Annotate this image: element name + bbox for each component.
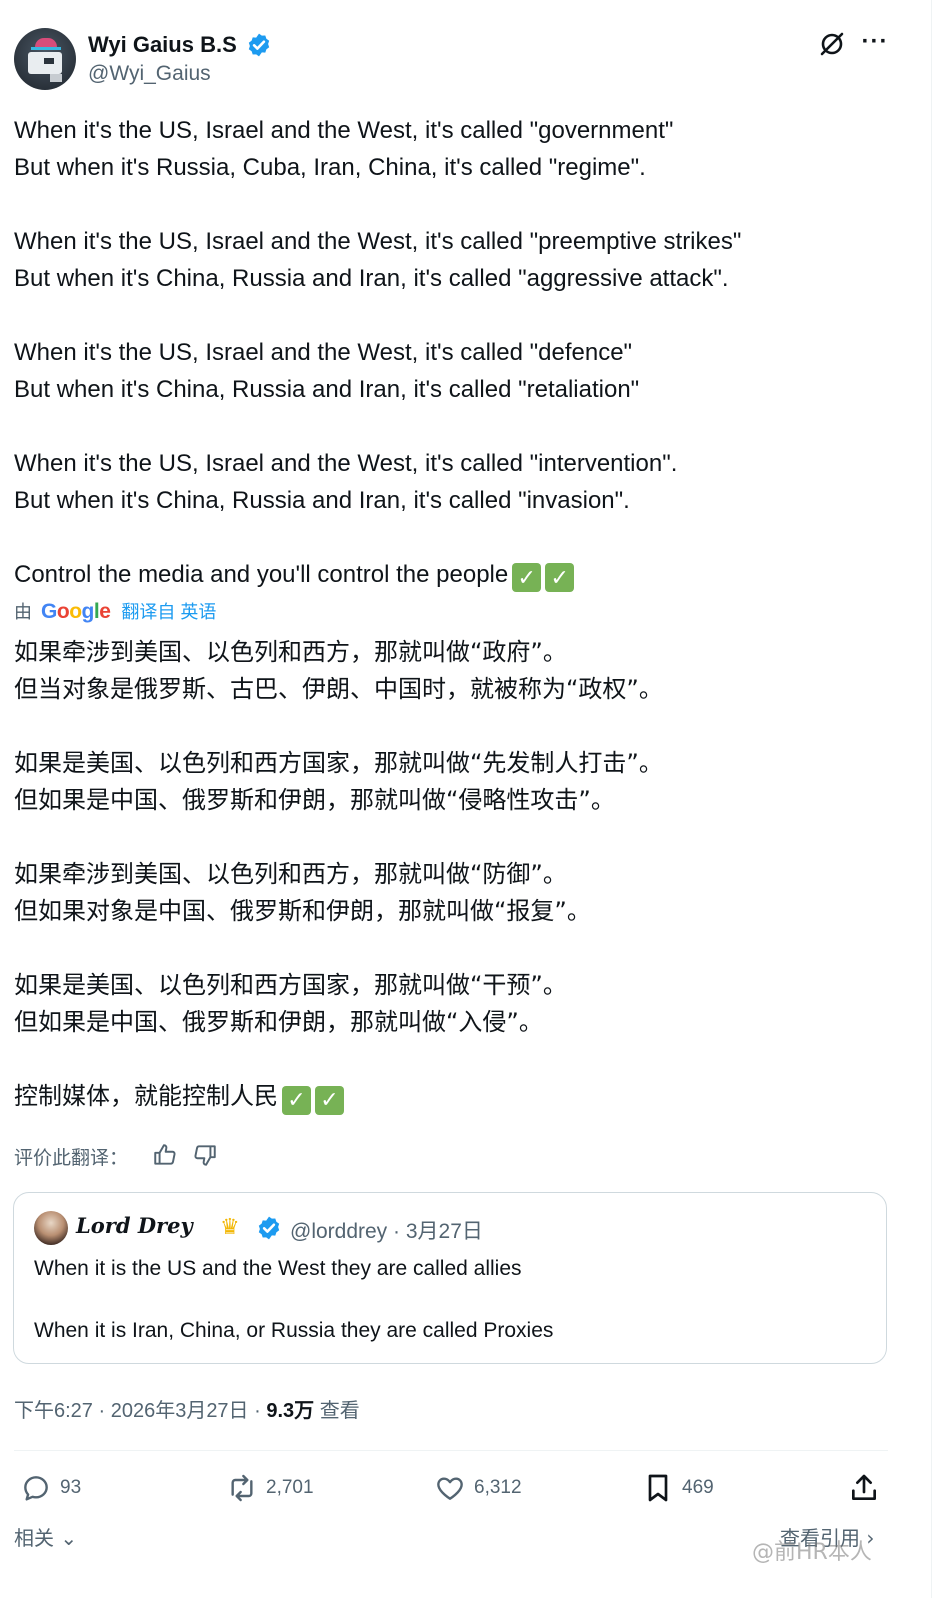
quoted-post[interactable]: Lord Drey ♛ @lorddrey · 3月27日 When it is… [13, 1192, 887, 1364]
post-line: 如果牵涉到美国、以色列和西方，那就叫做“防御”。 [14, 860, 567, 888]
check-mark-icon: ✓ [512, 563, 542, 592]
post-text-translated: 如果牵涉到美国、以色列和西方，那就叫做“政府”。但当对象是俄罗斯、古巴、伊朗、中… [14, 634, 914, 1115]
heart-icon [437, 1477, 463, 1500]
views-label: 查看 [314, 1400, 360, 1422]
reply-button[interactable]: 93 [20, 1468, 81, 1508]
translation-attribution: 由 Google 翻译自 英语 [14, 598, 216, 624]
chevron-down-icon: ⌄ [60, 1526, 78, 1550]
check-mark-icon: ✓ [315, 1086, 344, 1115]
check-mark-icon: ✓ [545, 563, 575, 592]
post-text-original: When it's the US, Israel and the West, i… [14, 112, 914, 593]
author-avatar[interactable] [14, 28, 76, 90]
translated-by-label: 由 [14, 602, 32, 622]
post-header: Wyi Gaius B.S @Wyi_Gaius ··· [14, 28, 914, 92]
translated-from-link[interactable]: 翻译自 英语 [121, 602, 216, 622]
check-mark-icon: ✓ [282, 1086, 311, 1115]
post-line: When it's the US, Israel and the West, i… [14, 450, 678, 477]
timestamp-text[interactable]: 下午6:27 · 2026年3月27日 · [14, 1400, 266, 1422]
post-line: 如果是美国、以色列和西方国家，那就叫做“干预”。 [14, 971, 567, 999]
share-icon [852, 1474, 876, 1500]
reply-icon [24, 1476, 48, 1501]
post-line: When it's the US, Israel and the West, i… [14, 117, 674, 144]
right-border [931, 0, 932, 1598]
divider [14, 1450, 888, 1451]
quoted-handle-date: @lorddrey · 3月27日 [290, 1220, 483, 1243]
reply-count: 93 [60, 1477, 82, 1498]
action-bar: 93 2,701 6,312 469 [14, 1468, 888, 1508]
watermark: @前HR本人 [752, 1540, 872, 1565]
post-line: But when it's China, Russia and Iran, it… [14, 487, 630, 514]
post-line: When it's the US, Israel and the West, i… [14, 228, 742, 255]
bookmark-button[interactable]: 469 [642, 1468, 714, 1508]
retweet-count: 2,701 [266, 1477, 314, 1498]
post-line: Control the media and you'll control the… [14, 556, 914, 593]
retweet-icon [231, 1474, 253, 1502]
related-dropdown[interactable]: 相关 ⌄ [14, 1522, 77, 1551]
post-line: 但如果对象是中国、俄罗斯和伊朗，那就叫做“报复”。 [14, 897, 591, 925]
post-line: 如果是美国、以色列和西方国家，那就叫做“先发制人打击”。 [14, 749, 663, 777]
google-logo: Google [41, 600, 111, 623]
more-options-icon[interactable]: ··· [860, 30, 890, 58]
quoted-author-name: Lord Drey [76, 1213, 193, 1238]
post-line: When it's the US, Israel and the West, i… [14, 339, 633, 366]
quoted-text-line: When it is Iran, China, or Russia they a… [34, 1319, 554, 1342]
post-line: But when it's China, Russia and Iran, it… [14, 265, 729, 292]
like-button[interactable]: 6,312 [434, 1468, 522, 1508]
post-line: 如果牵涉到美国、以色列和西方，那就叫做“政府”。 [14, 638, 567, 666]
bookmark-icon [648, 1474, 668, 1502]
post-timestamp: 下午6:27 · 2026年3月27日 · 9.3万 查看 [14, 1394, 360, 1423]
share-button[interactable] [848, 1468, 888, 1508]
bookmark-count: 469 [682, 1477, 714, 1498]
view-count: 9.3万 [266, 1400, 315, 1422]
thumbs-up-icon[interactable] [152, 1142, 178, 1168]
post-line: But when it's China, Russia and Iran, it… [14, 376, 640, 403]
retweet-button[interactable]: 2,701 [226, 1468, 314, 1508]
crown-icon: ♛ [220, 1214, 240, 1239]
grok-icon[interactable] [818, 30, 846, 58]
quoted-verified-badge-icon [258, 1216, 280, 1240]
like-count: 6,312 [474, 1477, 522, 1498]
verified-badge-icon [248, 33, 270, 57]
related-label: 相关 [14, 1526, 54, 1550]
post-line: 但当对象是俄罗斯、古巴、伊朗、中国时，就被称为“政权”。 [14, 675, 663, 703]
quoted-author-avatar[interactable] [34, 1211, 68, 1245]
post-line: 控制媒体，就能控制人民 ✓ ✓ [14, 1078, 914, 1115]
post-line: 但如果是中国、俄罗斯和伊朗，那就叫做“入侵”。 [14, 1008, 543, 1036]
post-line: 但如果是中国、俄罗斯和伊朗，那就叫做“侵略性攻击”。 [14, 786, 615, 814]
rate-translation-label: 评价此翻译： [14, 1147, 129, 1169]
author-handle[interactable]: @Wyi_Gaius [88, 62, 211, 86]
thumbs-down-icon[interactable] [192, 1142, 218, 1168]
post-line: But when it's Russia, Cuba, Iran, China,… [14, 154, 646, 181]
author-display-name[interactable]: Wyi Gaius B.S [88, 32, 237, 58]
quoted-text-line: When it is the US and the West they are … [34, 1257, 522, 1280]
